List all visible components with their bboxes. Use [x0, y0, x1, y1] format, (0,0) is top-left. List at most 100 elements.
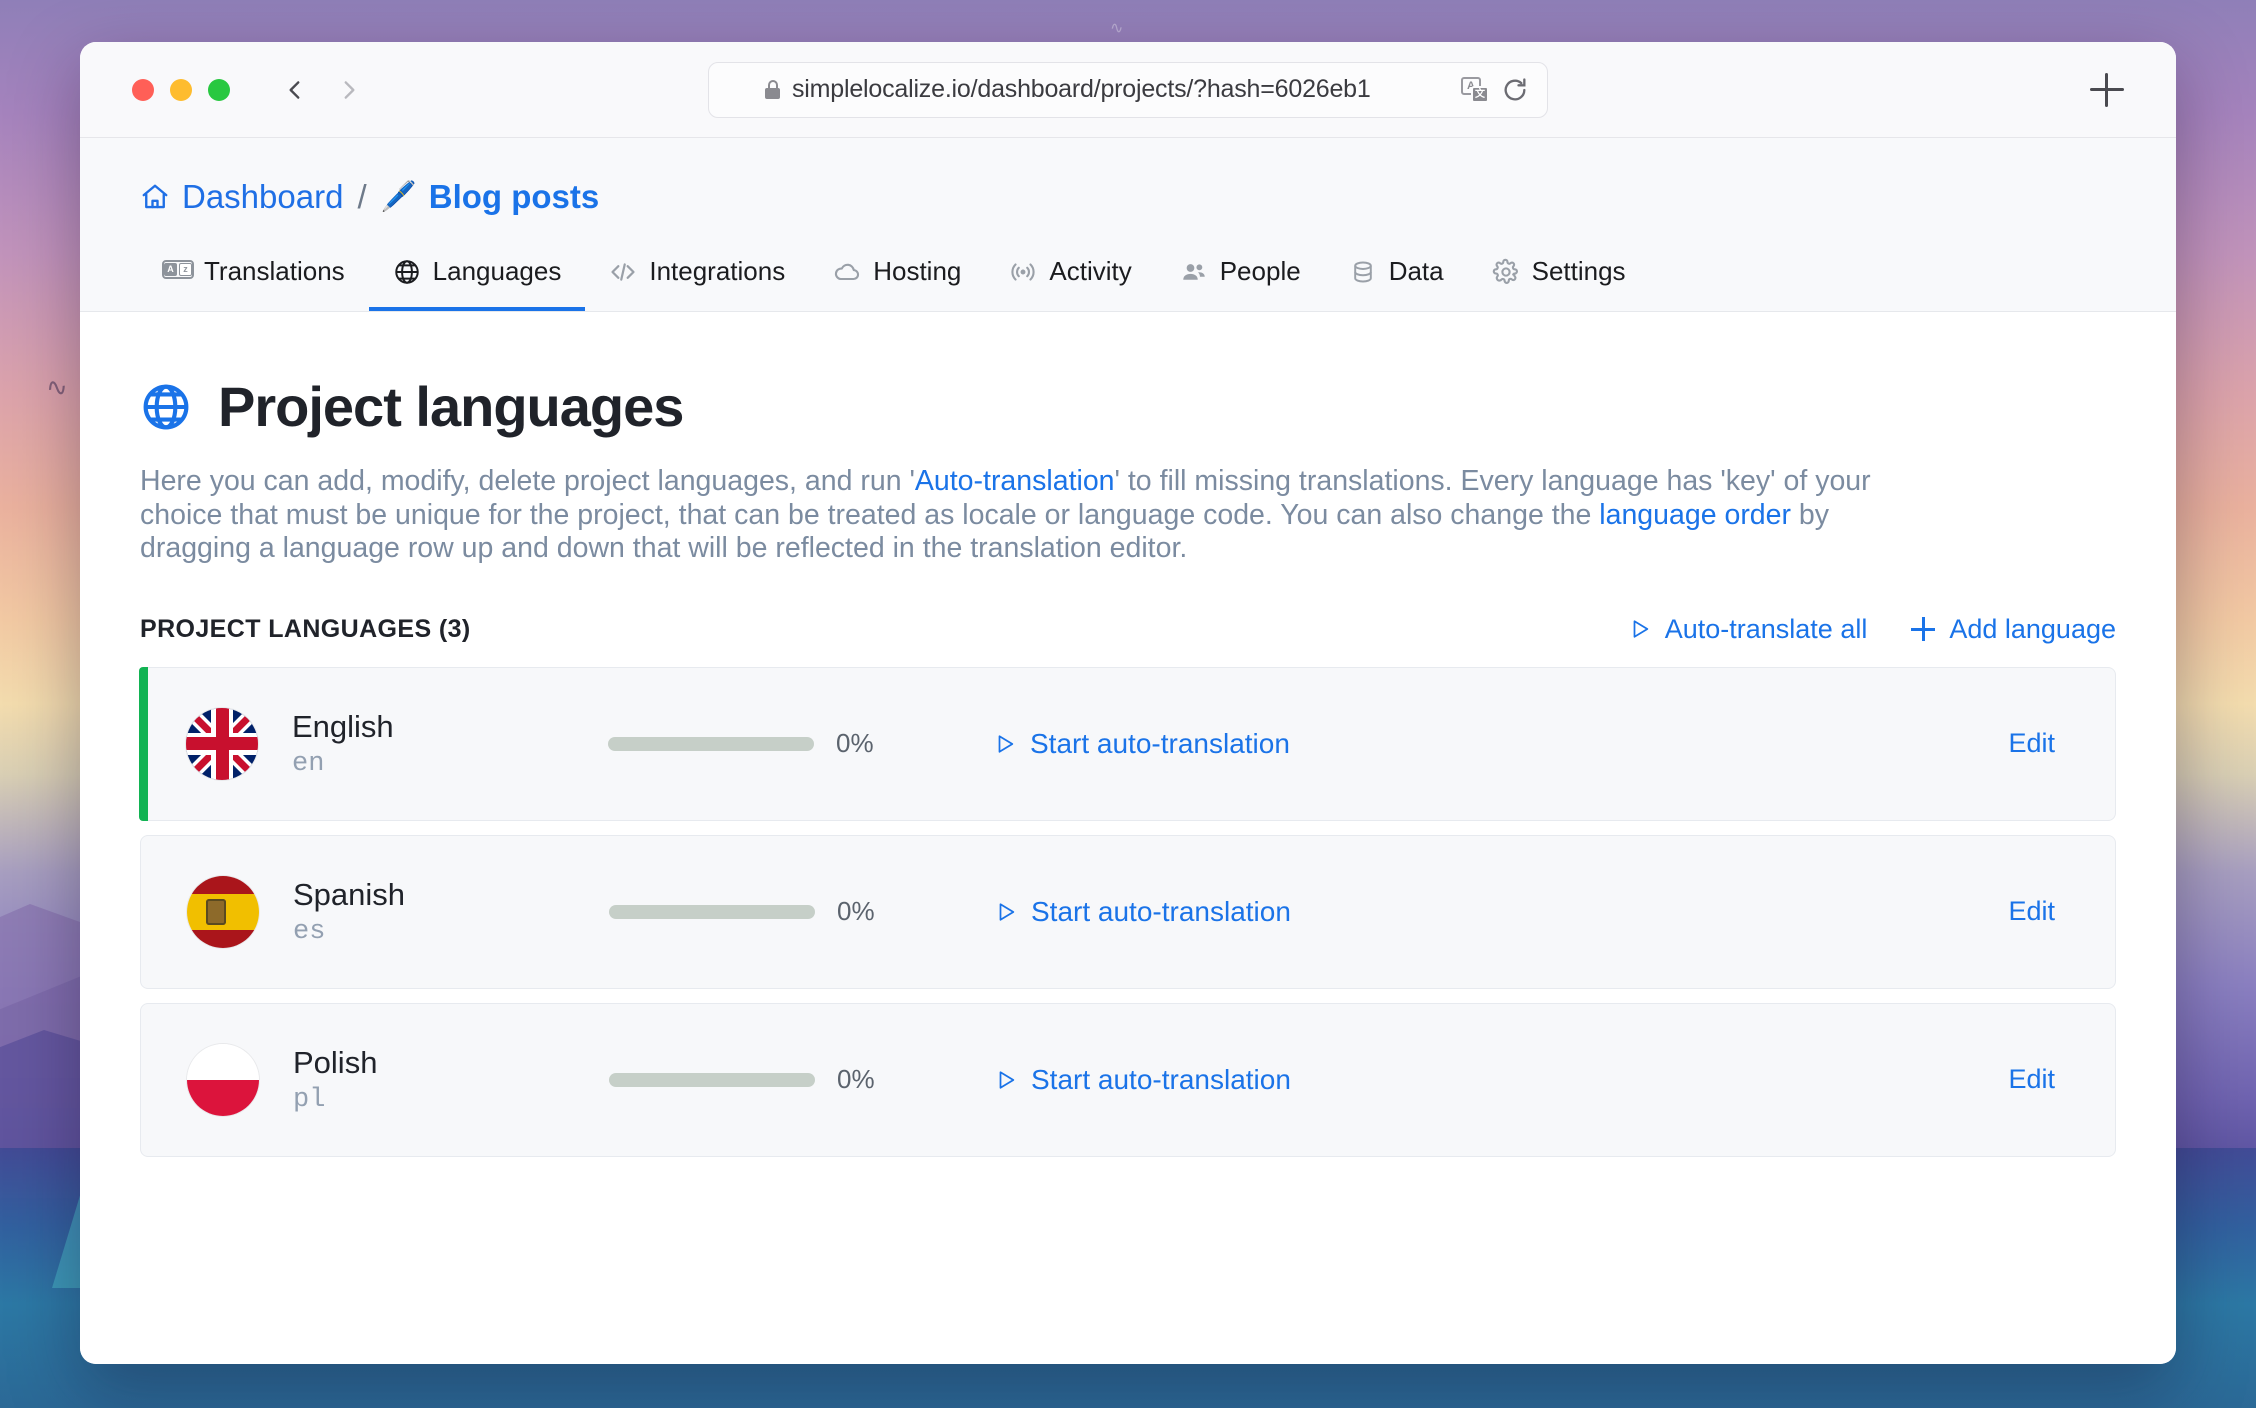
language-name: Polish [293, 1044, 378, 1080]
app-header: Dashboard / 🖊️ Blog posts A z Translatio… [80, 138, 2176, 312]
start-auto-translation-button[interactable]: Start auto-translation [995, 1064, 1291, 1096]
window-controls [132, 78, 230, 101]
code-icon [609, 258, 637, 286]
tab-integrations[interactable]: Integrations [585, 246, 809, 311]
start-auto-translation-button[interactable]: Start auto-translation [994, 728, 1290, 760]
gear-icon [1492, 258, 1520, 286]
maximize-window-button[interactable] [208, 78, 230, 101]
chevron-left-icon[interactable] [282, 77, 308, 103]
language-name: English [292, 708, 394, 744]
language-meta: English en [292, 709, 572, 779]
plus-icon [1911, 617, 1936, 642]
language-meta: Polish pl [293, 1045, 573, 1115]
play-icon [998, 735, 1014, 753]
start-auto-translation-label: Start auto-translation [1031, 1063, 1291, 1095]
wallpaper-bird-icon: ∿ [43, 370, 70, 404]
translation-progress: 0% [609, 896, 909, 927]
section-header: PROJECT LANGUAGES (3) Auto-translate all… [140, 614, 2116, 645]
home-icon[interactable] [140, 182, 170, 212]
browser-window: simplelocalize.io/dashboard/projects/?ha… [80, 42, 2176, 1364]
language-code: en [292, 748, 325, 779]
start-auto-translation-label: Start auto-translation [1031, 895, 1291, 927]
new-tab-button[interactable] [2090, 72, 2124, 107]
tab-data[interactable]: Data [1325, 246, 1468, 311]
wallpaper-bird-icon: ∿ [1110, 20, 1124, 37]
address-bar[interactable]: simplelocalize.io/dashboard/projects/?ha… [708, 61, 1548, 118]
language-code: pl [293, 1084, 326, 1115]
people-icon [1180, 258, 1208, 286]
language-name: Spanish [293, 876, 406, 912]
tab-label: Languages [432, 256, 562, 286]
progress-bar [609, 1072, 815, 1087]
progress-bar [608, 736, 814, 751]
edit-language-button[interactable]: Edit [2008, 896, 2055, 927]
auto-translation-link[interactable]: Auto-translation [915, 465, 1115, 497]
progress-label: 0% [837, 1064, 875, 1095]
tab-activity[interactable]: Activity [985, 246, 1155, 311]
globe-icon [393, 258, 421, 286]
page-title: Project languages [218, 375, 684, 438]
browser-titlebar: simplelocalize.io/dashboard/projects/?ha… [80, 42, 2176, 138]
play-icon [999, 903, 1015, 921]
chevron-right-icon[interactable] [336, 77, 362, 103]
auto-translate-all-button[interactable]: Auto-translate all [1629, 613, 1868, 645]
language-row-polish[interactable]: Polish pl 0% Start auto-translation Edit [140, 1002, 2116, 1157]
progress-label: 0% [836, 728, 874, 759]
breadcrumb-project-name[interactable]: Blog posts [429, 178, 600, 216]
url-text[interactable]: simplelocalize.io/dashboard/projects/?ha… [792, 75, 1449, 104]
language-order-link[interactable]: language order [1599, 499, 1791, 531]
auto-translate-all-label: Auto-translate all [1664, 613, 1868, 644]
pen-emoji-icon: 🖊️ [380, 181, 417, 213]
minimize-window-button[interactable] [170, 78, 192, 101]
address-bar-container: simplelocalize.io/dashboard/projects/?ha… [708, 61, 1548, 118]
edit-language-button[interactable]: Edit [2008, 1064, 2055, 1095]
breadcrumb-dashboard-link[interactable]: Dashboard [182, 178, 343, 216]
add-language-label: Add language [1949, 613, 2116, 644]
page-description: Here you can add, modify, delete project… [140, 465, 1900, 566]
broadcast-icon [1009, 258, 1037, 286]
close-window-button[interactable] [132, 78, 154, 101]
cloud-icon [833, 258, 861, 286]
database-icon [1349, 258, 1377, 286]
navigation-buttons [282, 77, 362, 103]
tab-label: Activity [1049, 256, 1132, 286]
tab-label: Settings [1531, 256, 1626, 286]
lock-icon [765, 80, 780, 99]
play-icon [1633, 620, 1648, 639]
tab-translations[interactable]: A z Translations [140, 246, 369, 311]
translate-page-icon[interactable]: A 文 [1461, 76, 1489, 103]
tab-settings[interactable]: Settings [1468, 246, 1650, 311]
start-auto-translation-button[interactable]: Start auto-translation [995, 896, 1291, 928]
translate-icon: A z [162, 258, 194, 286]
description-part-1: Here you can add, modify, delete project… [140, 465, 915, 497]
section-title: PROJECT LANGUAGES (3) [140, 614, 471, 643]
tab-label: Data [1388, 256, 1444, 286]
section-actions: Auto-translate all Add language [1629, 614, 2116, 645]
tab-label: Integrations [649, 256, 786, 286]
add-language-button[interactable]: Add language [1911, 614, 2116, 645]
edit-language-button[interactable]: Edit [2008, 728, 2055, 759]
start-auto-translation-label: Start auto-translation [1030, 727, 1290, 759]
language-list: English en 0% Start auto-translation Edi… [139, 666, 2116, 1157]
globe-icon [143, 384, 189, 429]
translation-progress: 0% [608, 728, 908, 759]
translate-icon-letter-b: 文 [1471, 85, 1489, 103]
page-title-row: Project languages [140, 374, 2116, 439]
reload-icon[interactable] [1501, 76, 1529, 104]
progress-bar [609, 904, 815, 919]
language-row-spanish[interactable]: Spanish es 0% Start auto-translation Edi… [140, 834, 2116, 989]
tab-hosting[interactable]: Hosting [809, 246, 985, 311]
tab-label: Hosting [873, 256, 962, 286]
flag-poland-icon [187, 1043, 259, 1116]
tab-label: People [1219, 256, 1301, 286]
tab-people[interactable]: People [1156, 246, 1325, 311]
tab-label: Translations [204, 256, 345, 286]
breadcrumb: Dashboard / 🖊️ Blog posts [80, 178, 2176, 216]
language-row-english[interactable]: English en 0% Start auto-translation Edi… [139, 666, 2116, 821]
tab-languages[interactable]: Languages [368, 246, 586, 311]
project-tabs: A z Translations Languages Integrations … [80, 246, 2176, 311]
page-content: Project languages Here you can add, modi… [80, 312, 2176, 1364]
translation-progress: 0% [609, 1064, 909, 1095]
flag-spain-icon [187, 875, 259, 948]
progress-label: 0% [837, 896, 875, 927]
